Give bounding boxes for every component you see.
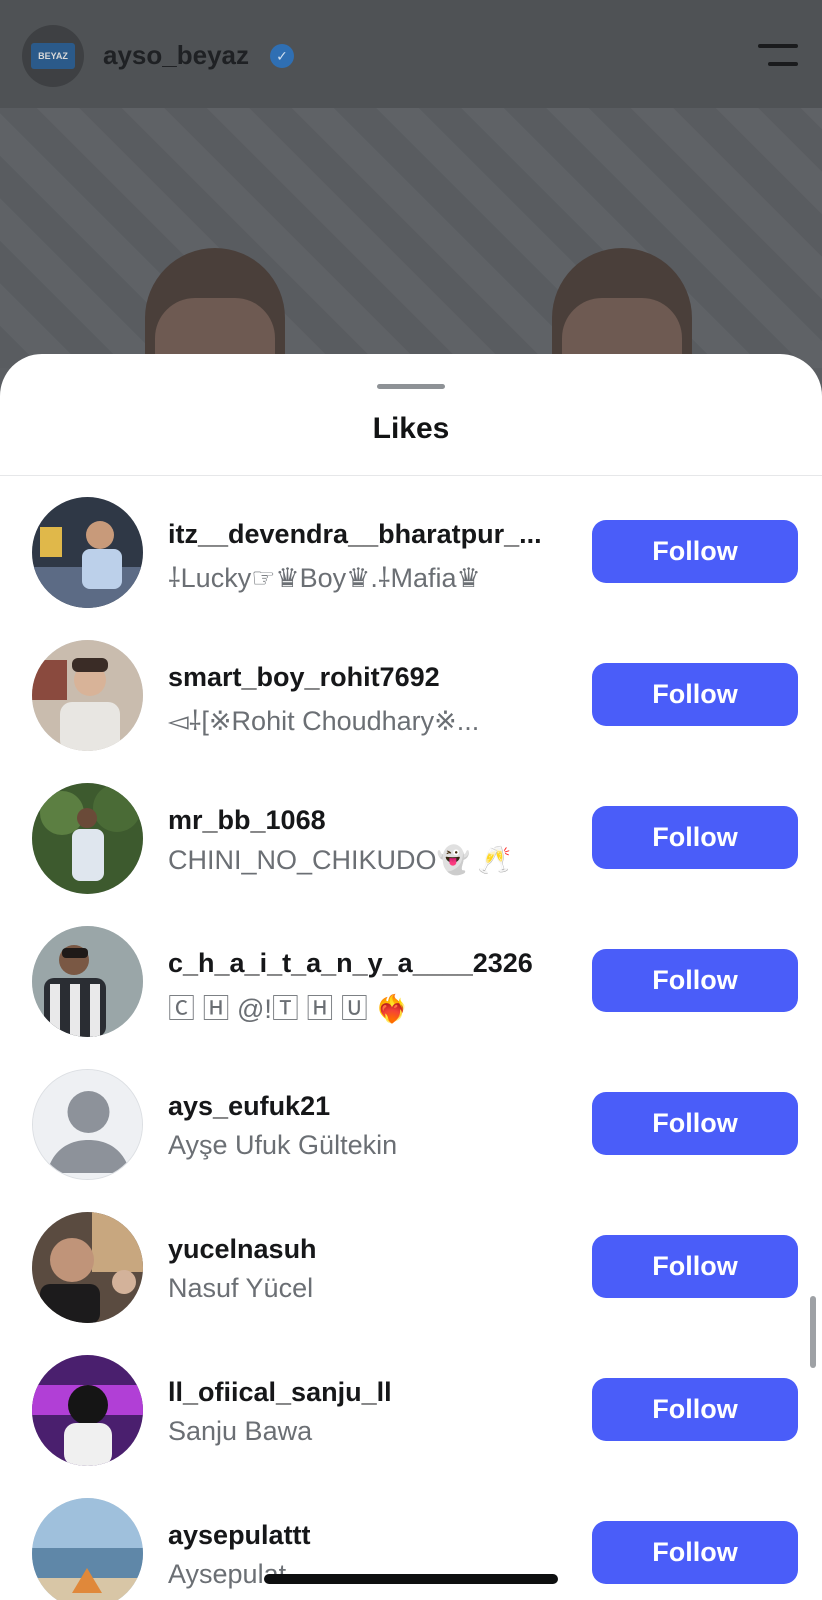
like-username[interactable]: ays_eufuk21 (168, 1091, 568, 1122)
like-username[interactable]: ll_ofiical_sanju_ll (168, 1377, 568, 1408)
account-username[interactable]: ayso_beyaz (103, 40, 249, 71)
like-row[interactable]: mr_bb_1068 CHINI_NO_CHIKUDO👻 🥂 Follow (0, 783, 822, 926)
follow-button[interactable]: Follow (592, 663, 798, 726)
account-avatar-logo: BEYAZ (31, 43, 75, 69)
user-avatar[interactable] (32, 1355, 143, 1466)
like-full-name: Ayşe Ufuk Gültekin (168, 1130, 398, 1160)
like-username[interactable]: aysepulattt (168, 1520, 568, 1551)
likes-sheet: Likes itz__devendra__bharatpur_... ⸸Luck… (0, 354, 822, 1600)
like-full-name: 🄲 🄷 @!🅃 🄷 🅄 ❤️‍🔥 (168, 994, 410, 1024)
like-username[interactable]: yucelnasuh (168, 1234, 568, 1265)
account-avatar[interactable]: BEYAZ (22, 25, 84, 87)
divider (0, 475, 822, 476)
verified-badge-icon: ✓ (270, 44, 294, 68)
like-row[interactable]: ays_eufuk21 Ayşe Ufuk Gültekin Follow (0, 1069, 822, 1212)
user-avatar[interactable] (32, 783, 143, 894)
hamburger-menu-icon[interactable] (758, 44, 798, 68)
follow-button[interactable]: Follow (592, 949, 798, 1012)
default-avatar-icon[interactable] (32, 1069, 143, 1180)
like-row[interactable]: c_h_a_i_t_a_n_y_a____2326 🄲 🄷 @!🅃 🄷 🅄 ❤️… (0, 926, 822, 1069)
home-indicator[interactable] (264, 1574, 558, 1584)
follow-button[interactable]: Follow (592, 1092, 798, 1155)
like-full-name: Sanju Bawa (168, 1416, 313, 1446)
user-avatar[interactable] (32, 640, 143, 751)
sheet-grabber-handle[interactable] (377, 384, 445, 389)
like-row[interactable]: ll_ofiical_sanju_ll Sanju Bawa Follow (0, 1355, 822, 1498)
follow-button[interactable]: Follow (592, 1378, 798, 1441)
like-username[interactable]: mr_bb_1068 (168, 805, 568, 836)
user-avatar[interactable] (32, 1498, 143, 1600)
sheet-title: Likes (372, 412, 450, 445)
like-username[interactable]: c_h_a_i_t_a_n_y_a____2326 (168, 948, 568, 979)
user-avatar[interactable] (32, 497, 143, 608)
user-avatar[interactable] (32, 926, 143, 1037)
like-row[interactable]: yucelnasuh Nasuf Yücel Follow (0, 1212, 822, 1355)
like-full-name: CHINI_NO_CHIKUDO👻 🥂 (168, 845, 512, 875)
like-full-name: ◅⸸[※Rohit Choudhary※... (168, 706, 480, 736)
follow-button[interactable]: Follow (592, 1235, 798, 1298)
post-image (0, 108, 822, 398)
like-full-name: Nasuf Yücel (168, 1273, 314, 1303)
user-avatar[interactable] (32, 1212, 143, 1323)
scrollbar[interactable] (810, 1296, 816, 1368)
follow-button[interactable]: Follow (592, 1521, 798, 1584)
like-username[interactable]: itz__devendra__bharatpur_... (168, 519, 568, 550)
likes-list[interactable]: itz__devendra__bharatpur_... ⸸Lucky☞♛Boy… (0, 497, 822, 1600)
like-row[interactable]: itz__devendra__bharatpur_... ⸸Lucky☞♛Boy… (0, 497, 822, 640)
follow-button[interactable]: Follow (592, 806, 798, 869)
like-row[interactable]: aysepulattt Aysepulat Follow (0, 1498, 822, 1600)
like-row[interactable]: smart_boy_rohit7692 ◅⸸[※Rohit Choudhary※… (0, 640, 822, 783)
post-header: BEYAZ ayso_beyaz ✓ (0, 0, 822, 108)
follow-button[interactable]: Follow (592, 520, 798, 583)
like-full-name: ⸸Lucky☞♛Boy♛.⸸Mafia♛ (168, 563, 481, 593)
like-username[interactable]: smart_boy_rohit7692 (168, 662, 568, 693)
